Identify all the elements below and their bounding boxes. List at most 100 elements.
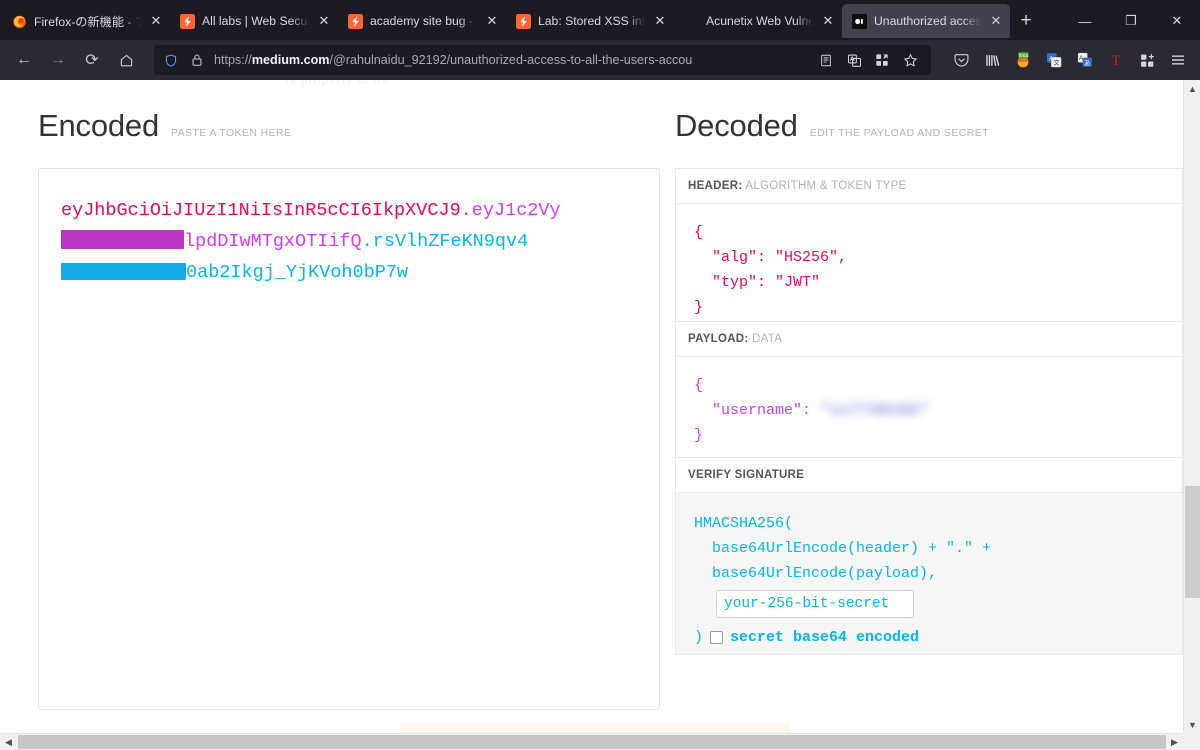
token-header-segment: eyJhbGciOiJIUzI1NiIsInR5cCI6IkpXVCJ9 [61, 200, 461, 221]
scroll-down-arrow-icon[interactable]: ▼ [1184, 716, 1200, 733]
lock-icon[interactable] [188, 51, 206, 69]
signature-panel: VERIFY SIGNATURE HMACSHA256( base64UrlEn… [675, 457, 1183, 655]
scroll-left-arrow-icon[interactable]: ◀ [0, 734, 17, 750]
window-controls: — ❐ ✕ [1062, 4, 1200, 38]
locall-extension-icon[interactable]: loca [1009, 46, 1037, 74]
base64-encoded-checkbox[interactable] [710, 631, 724, 644]
browser-tab-5-active[interactable]: Unauthorized access to ✕ [842, 4, 1010, 38]
url-bar[interactable]: https://medium.com/@rahulnaidu_92192/una… [154, 45, 931, 75]
url-domain: medium.com [251, 53, 330, 67]
tab-close-icon[interactable]: ✕ [484, 13, 500, 29]
medium-icon [851, 13, 867, 29]
token-payload-post: lpdDIwMTgxOTIifQ [184, 231, 362, 252]
shield-icon[interactable] [162, 51, 180, 69]
payload-json-editor[interactable]: { "username": "ii7730192" } [676, 357, 1182, 457]
svg-text:loca: loca [1019, 53, 1028, 59]
secret-key-input[interactable]: your-256-bit-secret [716, 590, 914, 618]
tab-close-icon[interactable]: ✕ [820, 13, 836, 29]
token-signature-pre: rsVlhZFeKN9qv4 [372, 231, 529, 252]
browser-tab-3[interactable]: Lab: Stored XSS into H ✕ [506, 4, 674, 38]
signature-footer: ) secret base64 encoded [694, 625, 1164, 650]
decoded-subtitle: EDIT THE PAYLOAD AND SECRET [809, 127, 989, 139]
signature-editor: HMACSHA256( base64UrlEncode(header) + ".… [676, 493, 1182, 654]
debugger-columns: Encoded PASTE A TOKEN HERE eyJhbGciOiJIU… [0, 80, 1183, 710]
tab-close-icon[interactable]: ✕ [988, 13, 1004, 29]
pocket-icon[interactable] [947, 46, 975, 74]
token-signature-redaction [61, 263, 186, 280]
url-text[interactable]: https://medium.com/@rahulnaidu_92192/una… [214, 53, 805, 67]
forward-button[interactable]: → [42, 45, 74, 75]
tab-strip: Firefox-の新機能 - プライ ✕ All labs | Web Secu… [0, 0, 1200, 40]
tab-close-icon[interactable]: ✕ [316, 13, 332, 29]
header-panel-label: HEADER: ALGORITHM & TOKEN TYPE [676, 169, 1182, 204]
header-json-editor[interactable]: { "alg": "HS256", "typ": "JWT" } [676, 204, 1182, 321]
payload-panel: PAYLOAD: DATA { "username": "ii7730192" … [675, 321, 1183, 457]
browser-tab-0[interactable]: Firefox-の新機能 - プライ ✕ [2, 4, 170, 38]
base64-encoded-label[interactable]: secret base64 encoded [730, 625, 919, 650]
header-label-key: HEADER: [688, 180, 743, 192]
signature-line-3: base64UrlEncode(payload), [694, 565, 938, 582]
translate-page-icon[interactable] [841, 47, 867, 73]
navigation-toolbar: ← → ⟳ https://medium.com/@rahulnaidu_921… [0, 40, 1200, 80]
url-actions [813, 47, 923, 73]
vertical-scrollbar[interactable]: ▲ ▼ [1183, 80, 1200, 733]
payload-label-key: PAYLOAD: [688, 333, 749, 345]
burp-icon [515, 13, 531, 29]
url-scheme: https:// [214, 53, 252, 67]
payload-username-value-redacted: "ii7730192" [820, 402, 931, 419]
page-viewport: is property of its Encoded PASTE A TOKEN… [0, 80, 1200, 750]
back-button[interactable]: ← [8, 45, 40, 75]
payload-brace-open: { [694, 377, 704, 394]
firefox-icon [11, 13, 27, 29]
browser-tab-4[interactable]: Acunetix Web Vulnerability ✕ [674, 4, 842, 38]
decoded-panels: HEADER: ALGORITHM & TOKEN TYPE { "alg": … [675, 168, 1183, 655]
maximize-button[interactable]: ❐ [1108, 4, 1154, 38]
extension-toolbar: loca A 文 A あ T [939, 46, 1192, 74]
browser-tab-1[interactable]: All labs | Web Security ✕ [170, 4, 338, 38]
tab-title: Acunetix Web Vulnerability [706, 14, 813, 28]
signature-line-2: base64UrlEncode(header) + "." + [694, 540, 992, 557]
tab-title: academy site bug - Bur [370, 14, 477, 28]
vertical-scrollbar-thumb[interactable] [1185, 486, 1200, 598]
token-signature-post: 0ab2Ikgj_YjKVoh0bP7w [186, 262, 409, 283]
encoded-token-input[interactable]: eyJhbGciOiJIUzI1NiIsInR5cCI6IkpXVCJ9.eyJ… [38, 168, 660, 710]
tab-close-icon[interactable]: ✕ [652, 13, 668, 29]
svg-text:文: 文 [1054, 59, 1060, 67]
split-view-icon[interactable] [869, 47, 895, 73]
tab-title: Unauthorized access to [874, 14, 981, 28]
page-bottom-strip [400, 723, 790, 733]
encoded-heading: Encoded PASTE A TOKEN HERE [38, 108, 660, 144]
application-menu-icon[interactable] [1164, 46, 1192, 74]
extensions-icon[interactable] [1133, 46, 1161, 74]
close-window-button[interactable]: ✕ [1154, 4, 1200, 38]
encoded-column: Encoded PASTE A TOKEN HERE eyJhbGciOiJIU… [0, 108, 660, 710]
reload-button[interactable]: ⟳ [76, 45, 108, 75]
text-tool-icon[interactable]: T [1102, 46, 1130, 74]
scroll-up-arrow-icon[interactable]: ▲ [1184, 80, 1200, 97]
token-payload-redaction [61, 230, 184, 249]
library-icon[interactable] [978, 46, 1006, 74]
translator-extension-icon[interactable]: A 文 [1040, 46, 1068, 74]
home-button[interactable] [110, 45, 142, 75]
header-panel: HEADER: ALGORITHM & TOKEN TYPE { "alg": … [675, 168, 1183, 321]
svg-text:あ: あ [1084, 59, 1090, 67]
bookmark-star-icon[interactable] [897, 47, 923, 73]
scroll-right-arrow-icon[interactable]: ▶ [1166, 734, 1183, 750]
burp-icon [347, 13, 363, 29]
jwt-debugger-page: is property of its Encoded PASTE A TOKEN… [0, 80, 1183, 735]
url-path: /@rahulnaidu_92192/unauthorized-access-t… [329, 53, 693, 67]
browser-tab-2[interactable]: academy site bug - Bur ✕ [338, 4, 506, 38]
horizontal-scrollbar[interactable]: ◀ ▶ [0, 733, 1200, 750]
svg-text:T: T [1111, 53, 1120, 69]
decoded-column: Decoded EDIT THE PAYLOAD AND SECRET HEAD… [660, 108, 1183, 710]
svg-text:A: A [1079, 56, 1083, 62]
horizontal-scrollbar-thumb[interactable] [18, 735, 1166, 749]
ghost-clipped-text: is property of its [286, 80, 389, 87]
new-tab-button[interactable]: + [1010, 4, 1042, 38]
minimize-button[interactable]: — [1062, 4, 1108, 38]
closing-paren: ) [694, 629, 704, 646]
reader-view-icon[interactable] [813, 47, 839, 73]
tab-close-icon[interactable]: ✕ [148, 13, 164, 29]
japanese-dictionary-icon[interactable]: A あ [1071, 46, 1099, 74]
encoded-subtitle: PASTE A TOKEN HERE [170, 127, 292, 139]
